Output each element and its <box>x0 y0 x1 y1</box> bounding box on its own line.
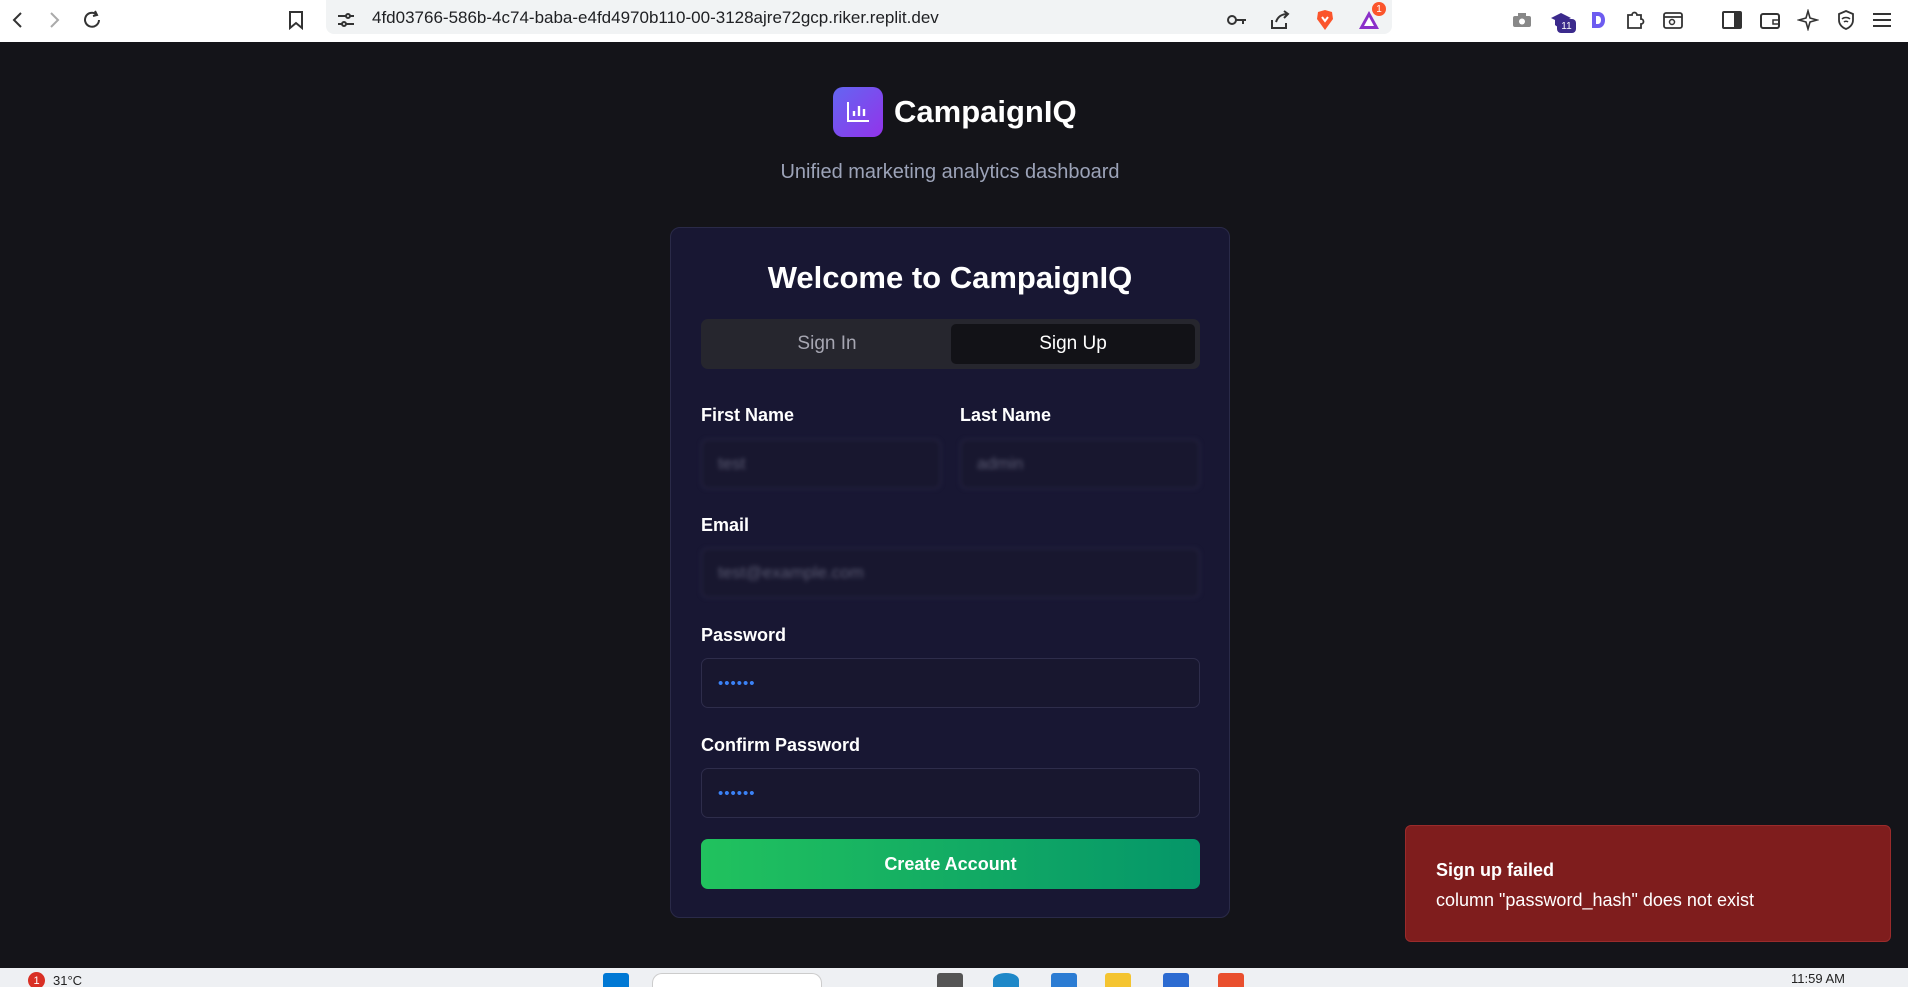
brand-tagline: Unified marketing analytics dashboard <box>780 161 1120 183</box>
extensions-puzzle-icon[interactable] <box>1621 6 1649 34</box>
reload-icon[interactable] <box>76 4 108 36</box>
wallet-icon[interactable] <box>1756 6 1784 34</box>
brave-taskbar-icon[interactable] <box>1218 973 1244 987</box>
edge-icon[interactable] <box>993 973 1019 987</box>
reader-icon[interactable] <box>1659 6 1687 34</box>
key-icon[interactable] <box>1223 6 1251 34</box>
temperature-label: 31°C <box>53 973 83 987</box>
camera-icon[interactable] <box>1508 6 1536 34</box>
auth-card: Welcome to CampaignIQ Sign In Sign Up Fi… <box>670 227 1230 918</box>
rewards-badge: 1 <box>1372 2 1386 16</box>
tab-sign-in[interactable]: Sign In <box>705 324 949 364</box>
auth-tabs: Sign In Sign Up <box>701 319 1200 369</box>
task-view-icon[interactable] <box>937 973 963 987</box>
share-icon[interactable] <box>1266 6 1294 34</box>
bookmark-icon[interactable] <box>280 4 312 36</box>
last-name-label: Last Name <box>960 405 1052 425</box>
site-settings-icon[interactable] <box>330 4 362 36</box>
sidebar-icon[interactable] <box>1718 6 1746 34</box>
last-name-field[interactable]: admin <box>960 439 1200 489</box>
back-icon[interactable] <box>2 4 34 36</box>
taskbar: 1 31°C 11:59 AM <box>0 968 1908 987</box>
weather-widget[interactable]: 1 31°C <box>28 972 82 987</box>
tab-sign-up[interactable]: Sign Up <box>951 324 1195 364</box>
taskbar-search-box[interactable] <box>652 973 822 987</box>
leo-ai-icon[interactable] <box>1794 6 1822 34</box>
forward-icon[interactable] <box>38 4 70 36</box>
calendar-app-icon[interactable] <box>1051 973 1077 987</box>
first-name-field[interactable]: test <box>701 439 941 489</box>
extension-badge: 11 <box>1557 19 1576 33</box>
toast-title: Sign up failed <box>1436 860 1555 880</box>
file-explorer-icon[interactable] <box>1105 973 1131 987</box>
weather-alert-badge: 1 <box>28 972 45 987</box>
email-label: Email <box>701 515 750 535</box>
password-field[interactable]: •••••• <box>701 658 1200 708</box>
vpn-icon[interactable] <box>1832 6 1860 34</box>
extension-d-icon[interactable] <box>1584 6 1612 34</box>
brand-header: CampaignIQ <box>833 87 1077 137</box>
windows-start-icon[interactable] <box>603 973 629 987</box>
confirm-password-label: Confirm Password <box>701 735 861 755</box>
create-account-button[interactable]: Create Account <box>701 839 1200 889</box>
browser-toolbar: 4fd03766-586b-4c74-baba-e4fd4970b110-00-… <box>0 0 1908 42</box>
brave-shield-icon[interactable] <box>1311 6 1339 34</box>
bar-chart-icon <box>833 87 883 137</box>
brand-name: CampaignIQ <box>894 94 1077 129</box>
error-toast[interactable]: Sign up failed column "password_hash" do… <box>1405 825 1891 942</box>
store-app-icon[interactable] <box>1163 973 1189 987</box>
toast-message: column "password_hash" does not exist <box>1436 890 1754 910</box>
password-label: Password <box>701 625 787 645</box>
card-title: Welcome to CampaignIQ <box>767 260 1133 295</box>
url-text[interactable]: 4fd03766-586b-4c74-baba-e4fd4970b110-00-… <box>372 8 939 28</box>
confirm-password-field[interactable]: •••••• <box>701 768 1200 818</box>
email-field[interactable]: test@example.com <box>701 548 1200 598</box>
first-name-label: First Name <box>701 405 795 425</box>
menu-icon[interactable] <box>1868 6 1896 34</box>
taskbar-clock[interactable]: 11:59 AM <box>1791 971 1845 986</box>
